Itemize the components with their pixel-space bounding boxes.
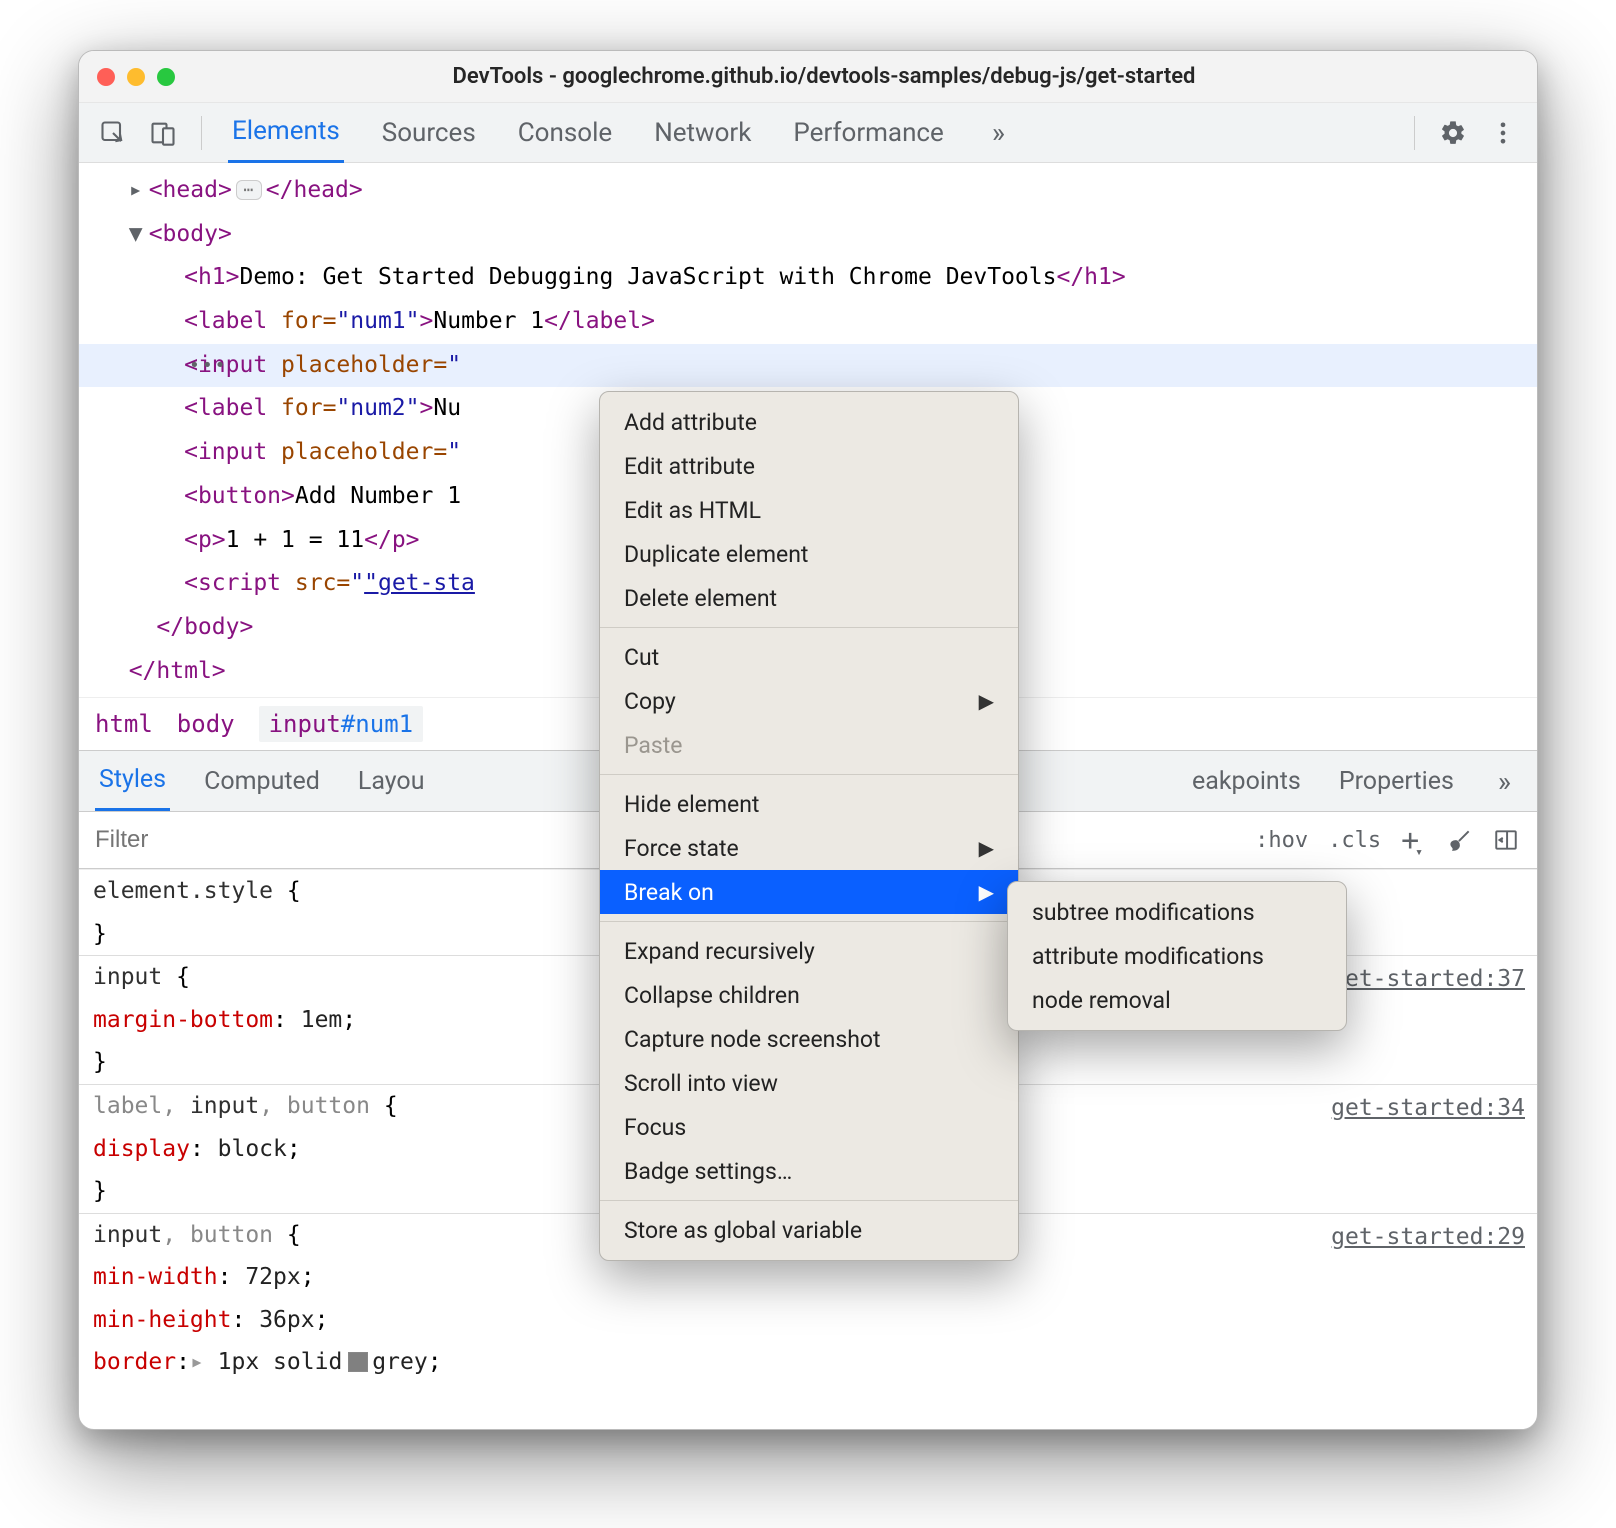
breadcrumb-body[interactable]: body: [177, 710, 235, 738]
styles-tools: :hov .cls +▾: [1237, 823, 1537, 858]
ctx-separator: [600, 1200, 1018, 1201]
tab-elements[interactable]: Elements: [228, 102, 344, 163]
new-style-rule-icon[interactable]: +▾: [1401, 823, 1427, 858]
window-title: DevTools - googlechrome.github.io/devtoo…: [129, 64, 1519, 89]
ctx-delete-element[interactable]: Delete element: [600, 576, 1018, 620]
source-link[interactable]: get-started:34: [1331, 1087, 1525, 1130]
tab-sources[interactable]: Sources: [378, 104, 480, 162]
color-swatch[interactable]: [348, 1352, 368, 1372]
close-window-button[interactable]: [97, 68, 115, 86]
dom-node-h1[interactable]: <h1>Demo: Get Started Debugging JavaScri…: [79, 256, 1537, 300]
ctx-cut[interactable]: Cut: [600, 635, 1018, 679]
tab-console[interactable]: Console: [514, 104, 616, 162]
ctx-paste: Paste: [600, 723, 1018, 767]
break-on-submenu: subtree modifications attribute modifica…: [1007, 881, 1347, 1031]
dom-node-body-open[interactable]: ▼<body>: [79, 213, 1537, 257]
chevron-right-icon: ▶: [979, 836, 994, 860]
ctx-expand-recursively[interactable]: Expand recursively: [600, 929, 1018, 973]
sub-node-removal[interactable]: node removal: [1008, 978, 1346, 1022]
ctx-edit-attribute[interactable]: Edit attribute: [600, 444, 1018, 488]
tab-performance[interactable]: Performance: [789, 104, 947, 162]
context-menu: Add attribute Edit attribute Edit as HTM…: [599, 391, 1019, 1261]
settings-gear-icon[interactable]: [1431, 111, 1475, 155]
hov-toggle[interactable]: :hov: [1255, 828, 1308, 853]
ctx-collapse-children[interactable]: Collapse children: [600, 973, 1018, 1017]
stab-styles[interactable]: Styles: [95, 751, 170, 811]
inspect-element-icon[interactable]: [91, 111, 135, 155]
panel-tabs: Elements Sources Console Network Perform…: [218, 102, 1398, 163]
ctx-duplicate-element[interactable]: Duplicate element: [600, 532, 1018, 576]
ctx-separator: [600, 774, 1018, 775]
main-toolbar: Elements Sources Console Network Perform…: [79, 103, 1537, 163]
ctx-capture-node-screenshot[interactable]: Capture node screenshot: [600, 1017, 1018, 1061]
breadcrumb-input[interactable]: input#num1: [259, 706, 424, 742]
ctx-separator: [600, 921, 1018, 922]
title-bar: DevTools - googlechrome.github.io/devtoo…: [79, 51, 1537, 103]
toolbar-divider: [201, 116, 202, 150]
paint-brush-icon[interactable]: [1447, 827, 1473, 853]
more-styles-tabs-icon[interactable]: »: [1488, 765, 1521, 798]
more-tabs-icon[interactable]: »: [982, 116, 1015, 149]
ctx-edit-as-html[interactable]: Edit as HTML: [600, 488, 1018, 532]
ctx-separator: [600, 627, 1018, 628]
source-link[interactable]: get-started:29: [1331, 1216, 1525, 1259]
ctx-scroll-into-view[interactable]: Scroll into view: [600, 1061, 1018, 1105]
chevron-right-icon: ▶: [979, 880, 994, 904]
ctx-force-state[interactable]: Force state▶: [600, 826, 1018, 870]
toolbar-right: [1404, 111, 1525, 155]
sub-attribute-modifications[interactable]: attribute modifications: [1008, 934, 1346, 978]
device-toolbar-icon[interactable]: [141, 111, 185, 155]
stab-breakpoints[interactable]: eakpoints: [1188, 753, 1305, 810]
source-link[interactable]: get-started:37: [1331, 958, 1525, 1001]
chevron-right-icon: ▶: [979, 689, 994, 713]
ctx-copy[interactable]: Copy▶: [600, 679, 1018, 723]
toolbar-divider: [1414, 116, 1415, 150]
cls-toggle[interactable]: .cls: [1328, 828, 1381, 853]
ctx-focus[interactable]: Focus: [600, 1105, 1018, 1149]
ellipsis-icon: ⋯: [236, 180, 262, 200]
breadcrumb-html[interactable]: html: [95, 710, 153, 738]
sub-subtree-modifications[interactable]: subtree modifications: [1008, 890, 1346, 934]
toggle-sidebar-icon[interactable]: [1493, 827, 1519, 853]
devtools-window: DevTools - googlechrome.github.io/devtoo…: [78, 50, 1538, 1430]
dom-node-input1-selected[interactable]: <input placeholder=": [79, 344, 1537, 388]
ctx-badge-settings[interactable]: Badge settings…: [600, 1149, 1018, 1193]
dom-node-label1[interactable]: <label for="num1">Number 1</label>: [79, 300, 1537, 344]
stab-computed[interactable]: Computed: [200, 753, 324, 810]
tab-network[interactable]: Network: [650, 104, 755, 162]
ctx-store-as-global[interactable]: Store as global variable: [600, 1208, 1018, 1252]
stab-properties[interactable]: Properties: [1335, 753, 1458, 810]
ctx-add-attribute[interactable]: Add attribute: [600, 400, 1018, 444]
ctx-hide-element[interactable]: Hide element: [600, 782, 1018, 826]
dom-node-head[interactable]: ▸<head>⋯</head>: [79, 169, 1537, 213]
stab-layout[interactable]: Layou: [354, 753, 429, 810]
ctx-break-on[interactable]: Break on▶: [600, 870, 1018, 914]
styles-filter-input[interactable]: [79, 812, 539, 868]
kebab-menu-icon[interactable]: [1481, 111, 1525, 155]
